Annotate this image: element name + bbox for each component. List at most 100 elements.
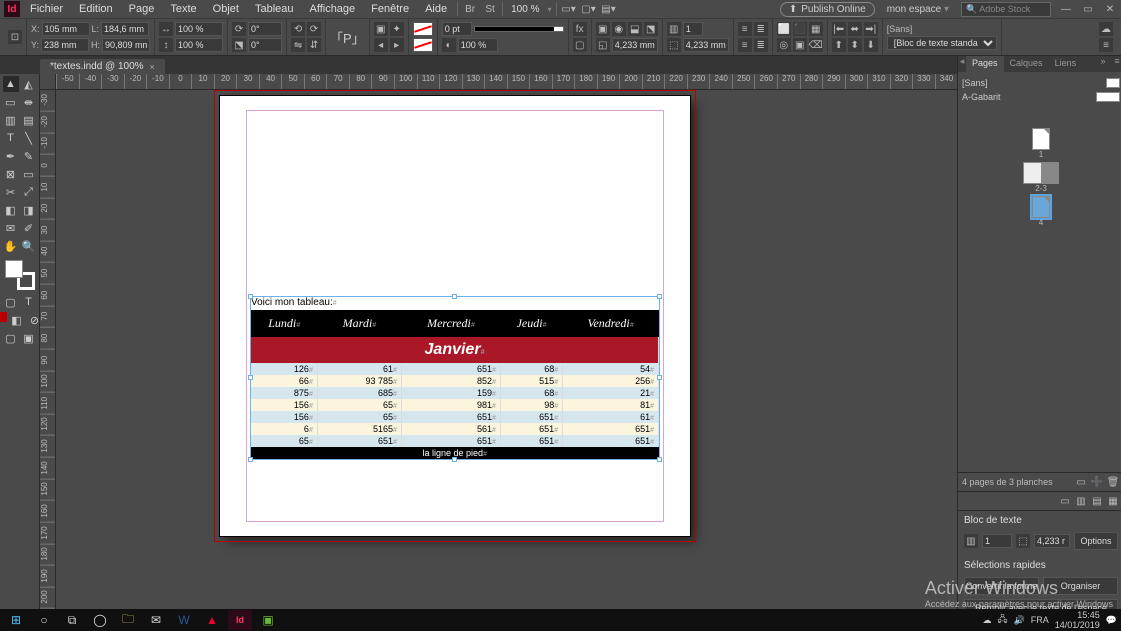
h-field[interactable] [102, 38, 150, 52]
props-cols-field[interactable] [982, 534, 1012, 548]
stroke-style[interactable] [474, 26, 564, 32]
note-tool[interactable]: ✉ [3, 220, 19, 236]
arrange-icon[interactable]: ▤▾ [601, 2, 617, 16]
panel-tab-layers[interactable]: Calques [1004, 56, 1049, 72]
adobe-stock-search[interactable]: 🔍 Adobe Stock [961, 2, 1051, 17]
wrap-jump-icon[interactable]: ⬓ [628, 22, 642, 36]
transform-tool[interactable]: ⤢ [21, 184, 37, 200]
type-tool[interactable]: T [3, 130, 19, 146]
window-close[interactable]: ✕ [1103, 3, 1117, 15]
valign-top-icon[interactable]: ≡ [738, 22, 752, 36]
rotate-ccw-icon[interactable]: ⟲ [291, 22, 305, 36]
document-tab[interactable]: *textes.indd @ 100%× [40, 59, 165, 74]
menu-texte[interactable]: Texte [164, 1, 202, 17]
menu-page[interactable]: Page [123, 1, 161, 17]
cols-field[interactable] [683, 22, 703, 36]
align-t-icon[interactable]: ⬆ [832, 38, 846, 52]
rotate-cw-icon[interactable]: ⟳ [307, 22, 321, 36]
master-none[interactable]: [Sans] [962, 76, 1120, 90]
stock-icon[interactable]: St [482, 2, 498, 16]
publish-online-button[interactable]: ⬆Publish Online [780, 2, 875, 17]
task-camtasia-icon[interactable]: ▣ [256, 610, 280, 630]
gradient-swatch-tool[interactable]: ◧ [3, 202, 19, 218]
horizontal-ruler[interactable]: -50-40-30-20-100102030405060708090100110… [56, 74, 957, 90]
menu-edition[interactable]: Edition [73, 1, 119, 17]
wrap-bbox-icon[interactable]: ▣ [596, 22, 610, 36]
task-mail-icon[interactable]: ✉ [144, 610, 168, 630]
window-minimize[interactable]: — [1059, 3, 1073, 15]
page-thumb-4[interactable]: 4 [1032, 196, 1050, 218]
delete-page-icon[interactable]: 🗑 [1106, 475, 1120, 489]
fill-stroke-proxy[interactable] [5, 260, 35, 290]
stroke-pct-field[interactable] [458, 38, 498, 52]
ao-icon2[interactable]: ▥ [1074, 494, 1088, 508]
eyedropper-tool[interactable]: ✐ [21, 220, 37, 236]
gradient-feather-tool[interactable]: ◨ [21, 202, 37, 218]
align-r-icon[interactable]: ➡| [864, 22, 878, 36]
fill-frame-icon[interactable]: ▦ [809, 22, 823, 36]
wrap-none-icon[interactable]: ▢ [573, 38, 587, 52]
fill-swatch[interactable] [413, 22, 433, 36]
panel-close-icon[interactable]: » [1096, 56, 1110, 72]
zoom-field[interactable]: 100 % [507, 4, 543, 15]
rectangle-tool[interactable]: ▭ [21, 166, 37, 182]
ao-icon3[interactable]: ▤ [1090, 494, 1104, 508]
menu-affichage[interactable]: Affichage [304, 1, 362, 17]
pencil-tool[interactable]: ✎ [21, 148, 37, 164]
task-indesign-icon[interactable]: Id [228, 610, 252, 630]
panel-menu-icon[interactable]: ≡ [1099, 38, 1113, 52]
clear-fit-icon[interactable]: ⌫ [809, 38, 823, 52]
panel-tab-pages[interactable]: Pages [966, 56, 1004, 72]
format-container-icon[interactable]: ▢ [3, 294, 19, 310]
fit-frame-icon[interactable]: ⬛ [793, 22, 807, 36]
inset-field[interactable] [683, 38, 729, 52]
align-m-icon[interactable]: ⬍ [848, 38, 862, 52]
zoom-tool[interactable]: 🔍 [21, 238, 37, 254]
page-thumb-1[interactable]: 1 [1032, 128, 1050, 150]
reference-point-icon[interactable]: ⊡ [8, 30, 22, 44]
prev-obj-icon[interactable]: ◂ [374, 38, 388, 52]
task-explorer-icon[interactable]: 🗀 [116, 610, 140, 630]
view-options-icon[interactable]: ▭▾ [561, 2, 577, 16]
select-content-icon[interactable]: ✦ [390, 22, 404, 36]
y-field[interactable] [41, 38, 89, 52]
panel-menu-icon[interactable]: ≡ [1110, 56, 1121, 72]
valign-bottom-icon[interactable]: ≡ [738, 38, 752, 52]
shear-field[interactable] [248, 38, 282, 52]
align-b-icon[interactable]: ⬇ [864, 38, 878, 52]
ao-icon1[interactable]: ▭ [1058, 494, 1072, 508]
text-frame[interactable]: Voici mon tableau: Janvier LundiMardiMer… [250, 296, 660, 460]
task-chrome-icon[interactable]: ◯ [88, 610, 112, 630]
new-page-icon[interactable]: ➕ [1090, 475, 1104, 489]
w-field[interactable] [101, 22, 149, 36]
x-field[interactable] [42, 22, 90, 36]
content-placer-tool[interactable]: ▤ [21, 112, 37, 128]
corner-icon[interactable]: ◱ [596, 38, 610, 52]
align-l-icon[interactable]: |⬅ [832, 22, 846, 36]
apply-gradient-icon[interactable]: ◧ [9, 312, 25, 328]
content-collector-tool[interactable]: ▥ [3, 112, 19, 128]
tray-lang-icon[interactable]: FRA [1031, 615, 1049, 625]
wrap-shape-icon[interactable]: ◉ [612, 22, 626, 36]
page-tool[interactable]: ▭ [3, 94, 19, 110]
view-mode-preview[interactable]: ▣ [21, 330, 37, 346]
pen-tool[interactable]: ✒ [3, 148, 19, 164]
props-options-button[interactable]: Options [1074, 532, 1118, 550]
master-a[interactable]: A-Gabarit [962, 90, 1120, 104]
screen-mode-icon[interactable]: ▢▾ [581, 2, 597, 16]
start-button[interactable]: ⊞ [4, 610, 28, 630]
menu-aide[interactable]: Aide [419, 1, 453, 17]
scissors-tool[interactable]: ✂ [3, 184, 19, 200]
flip-h-icon[interactable]: ⇋ [291, 38, 305, 52]
next-obj-icon[interactable]: ▸ [390, 38, 404, 52]
vertical-ruler[interactable]: -30-20-100102030405060708090100110120130… [40, 90, 56, 609]
fit-content-icon[interactable]: ⬜ [777, 22, 791, 36]
direct-selection-tool[interactable]: ◭ [21, 76, 37, 92]
menu-tableau[interactable]: Tableau [249, 1, 300, 17]
menu-fenetre[interactable]: Fenêtre [365, 1, 415, 17]
tray-onedrive-icon[interactable]: ☁ [982, 615, 991, 626]
apply-color-icon[interactable] [0, 312, 7, 322]
format-text-icon[interactable]: T [21, 294, 37, 310]
select-container-icon[interactable]: ▣ [374, 22, 388, 36]
stroke-swatch[interactable] [413, 38, 433, 52]
